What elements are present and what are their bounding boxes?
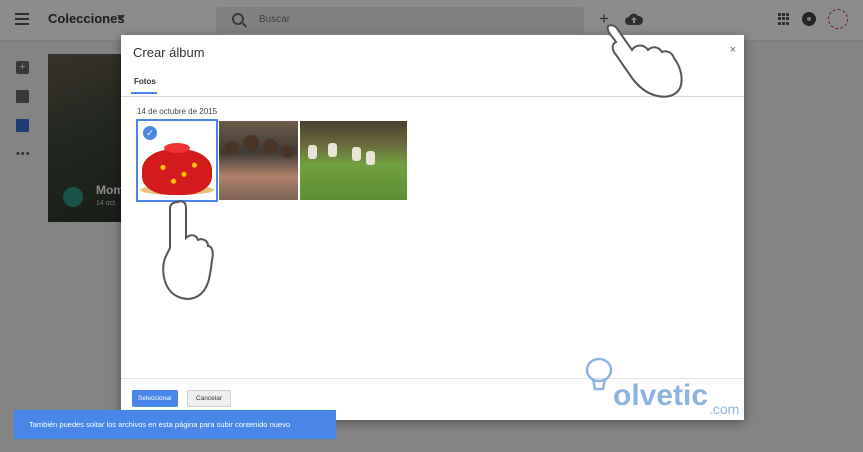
child-figure	[328, 143, 337, 157]
upload-hint-toast: También puedes soltar los archivos en es…	[14, 410, 336, 439]
watermark-text: olvetic	[613, 379, 709, 412]
child-figure	[308, 145, 317, 159]
child-head	[281, 145, 294, 158]
photo-thumbnail-park[interactable]	[300, 121, 407, 200]
child-figure	[352, 147, 361, 161]
close-icon[interactable]: ×	[730, 44, 736, 56]
selected-check-icon[interactable]: ✓	[143, 126, 157, 140]
child-figure	[366, 151, 375, 165]
photo-thumbnail-kids[interactable]	[219, 121, 298, 200]
tab-photos[interactable]: Fotos	[134, 77, 156, 86]
photo-thumbnail-cake[interactable]: ✓	[136, 119, 218, 202]
dialog-title: Crear álbum	[133, 45, 205, 60]
lightbulb-icon	[585, 357, 613, 391]
watermark-suffix: .com	[709, 401, 740, 417]
child-head	[263, 139, 278, 154]
date-group-label: 14 de octubre de 2015	[137, 107, 218, 116]
cake-body	[142, 149, 212, 195]
cake-top	[164, 143, 190, 153]
child-head	[225, 141, 239, 155]
pointing-hand-icon	[606, 24, 683, 98]
select-button[interactable]: Seleccionar	[132, 390, 178, 407]
child-head	[243, 135, 259, 151]
pointing-hand-icon	[162, 200, 214, 300]
tab-indicator	[131, 92, 157, 94]
solvetic-watermark: olvetic .com	[583, 355, 743, 419]
cancel-button[interactable]: Cancelar	[187, 390, 231, 407]
